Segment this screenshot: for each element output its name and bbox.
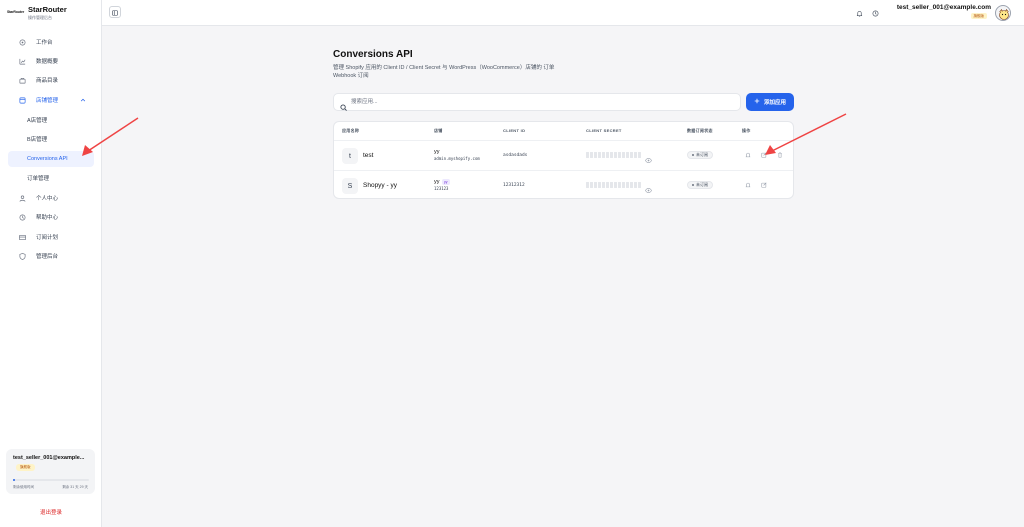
shield-icon: [16, 252, 28, 260]
apps-table: 应用名称 店铺 CLIENT ID CLIENT SECRET 数据订阅状态 操…: [333, 121, 794, 199]
sidebar-item-label: Conversions API: [27, 156, 68, 162]
page-title: Conversions API: [333, 49, 413, 60]
add-app-button[interactable]: 添加应用: [746, 93, 794, 111]
sidebar-toggle-button[interactable]: [109, 6, 121, 18]
table-row[interactable]: t test yy admin.myshopify.com asdasdads …: [334, 141, 793, 170]
sidebar-item-help[interactable]: 帮助中心: [8, 209, 94, 225]
column-header-client-secret: CLIENT SECRET: [586, 128, 622, 133]
column-header-subscription-status: 数据订阅状态: [687, 128, 713, 133]
store-icon: [16, 97, 28, 104]
app-name: test: [363, 152, 374, 159]
search-icon: [340, 98, 347, 116]
app-name: Shopyy - yy: [363, 182, 397, 189]
bell-icon[interactable]: [854, 8, 864, 18]
sidebar-item-label: B店管理: [27, 137, 48, 143]
sidebar-item-workbench[interactable]: 工作台: [8, 34, 94, 50]
search-input[interactable]: [351, 96, 731, 108]
eye-icon[interactable]: [645, 181, 652, 198]
client-secret-mask: [586, 182, 641, 188]
usage-label: 剩余使用时间: [13, 485, 34, 489]
sidebar-item-profile[interactable]: 个人中心: [8, 190, 94, 206]
panel-icon: [112, 3, 118, 21]
sidebar-item-label: 个人中心: [36, 196, 59, 202]
brand-name: StarRouter: [28, 5, 67, 14]
edit-icon[interactable]: [760, 151, 768, 159]
sidebar-item-subscription[interactable]: 订阅计划: [8, 229, 94, 245]
sidebar: StarRouter StarRouter 操作管理后台 工作台 数据概要 商品…: [0, 0, 102, 527]
store-tag: yy: [442, 179, 450, 185]
plan-badge: 旗舰版: [16, 464, 35, 471]
bell-icon[interactable]: [744, 181, 752, 189]
sidebar-item-orders[interactable]: 订单管理: [8, 170, 94, 186]
app-avatar: t: [342, 148, 358, 164]
help-icon: [16, 214, 28, 221]
search-box[interactable]: [333, 93, 741, 111]
usage-progress-bar: [13, 479, 89, 481]
avatar-illustration: [999, 8, 1009, 20]
add-app-label: 添加应用: [763, 100, 786, 106]
sidebar-item-catalog[interactable]: 商品目录: [8, 72, 94, 88]
home-icon: [16, 39, 28, 46]
sidebar-item-store-a[interactable]: A店管理: [8, 112, 94, 128]
edit-icon[interactable]: [760, 181, 768, 189]
sidebar-item-label: A店管理: [27, 118, 48, 124]
brand-logo: StarRouter: [7, 10, 25, 14]
store-domain: 123123: [434, 186, 449, 191]
page-description: 管理 Shopify 应用的 Client ID / Client Secret…: [333, 65, 555, 79]
column-header-app-name: 应用名称: [342, 128, 360, 133]
trash-icon[interactable]: [776, 151, 784, 159]
bag-icon: [16, 77, 28, 84]
status-badge: 未订阅: [687, 181, 713, 189]
status-badge: 未订阅: [687, 151, 713, 159]
bell-icon[interactable]: [744, 151, 752, 159]
sidebar-item-label: 订阅计划: [36, 235, 59, 241]
brand-subtitle: 操作管理后台: [28, 15, 52, 20]
account-plan-badge: 旗舰版: [970, 13, 987, 19]
status-text: 未订阅: [696, 182, 708, 187]
sidebar-item-label: 数据概要: [36, 59, 59, 65]
card-icon: [16, 234, 28, 241]
sidebar-item-store-b[interactable]: B店管理: [8, 131, 94, 147]
user-card-email: test_seller_001@example...: [13, 455, 85, 461]
store-domain: admin.myshopify.com: [434, 156, 480, 161]
sidebar-item-label: 商品目录: [36, 78, 59, 84]
sidebar-item-admin[interactable]: 管理后台: [8, 248, 94, 264]
app-avatar: S: [342, 178, 358, 194]
avatar[interactable]: [995, 5, 1011, 21]
store-name: yy: [434, 149, 440, 155]
client-id: 12312312: [503, 183, 525, 188]
logout-button[interactable]: 退出登录: [0, 508, 102, 516]
client-id: asdasdads: [503, 153, 528, 158]
column-header-store: 店铺: [434, 128, 443, 133]
eye-icon[interactable]: [645, 151, 652, 169]
table-row[interactable]: S Shopyy - yy yy yy 123123 12312312 未订阅: [334, 171, 793, 198]
chevron-up-icon: [80, 97, 86, 105]
store-name: yy: [434, 179, 440, 185]
app-root: StarRouter StarRouter 操作管理后台 工作台 数据概要 商品…: [0, 0, 1024, 527]
user-icon: [16, 195, 28, 202]
brand: StarRouter StarRouter 操作管理后台: [0, 0, 102, 26]
sidebar-item-label: 帮助中心: [36, 215, 59, 221]
sidebar-item-label: 订单管理: [27, 176, 50, 182]
topbar: test_seller_001@example.com 旗舰版: [102, 0, 1024, 26]
column-header-client-id: CLIENT ID: [503, 128, 526, 133]
sidebar-item-conversions-api[interactable]: Conversions API: [8, 151, 94, 167]
sidebar-item-label: 管理后台: [36, 254, 59, 260]
column-header-actions: 操作: [742, 128, 751, 133]
client-secret-mask: [586, 152, 641, 158]
sidebar-item-data-overview[interactable]: 数据概要: [8, 53, 94, 69]
chart-icon: [16, 58, 28, 65]
plus-icon: [754, 98, 760, 106]
help-circle-icon[interactable]: [870, 8, 880, 18]
sidebar-item-label: 工作台: [36, 40, 53, 46]
usage-remaining: 剩余 31 天 29 天: [62, 485, 88, 489]
status-text: 未订阅: [696, 152, 708, 157]
user-card[interactable]: test_seller_001@example... 旗舰版 剩余使用时间 剩余…: [6, 449, 95, 494]
sidebar-item-label: 店铺管理: [36, 98, 59, 104]
account-email[interactable]: test_seller_001@example.com: [897, 4, 991, 11]
usage-progress-fill: [13, 479, 15, 481]
sidebar-item-store-management[interactable]: 店铺管理: [8, 92, 94, 108]
